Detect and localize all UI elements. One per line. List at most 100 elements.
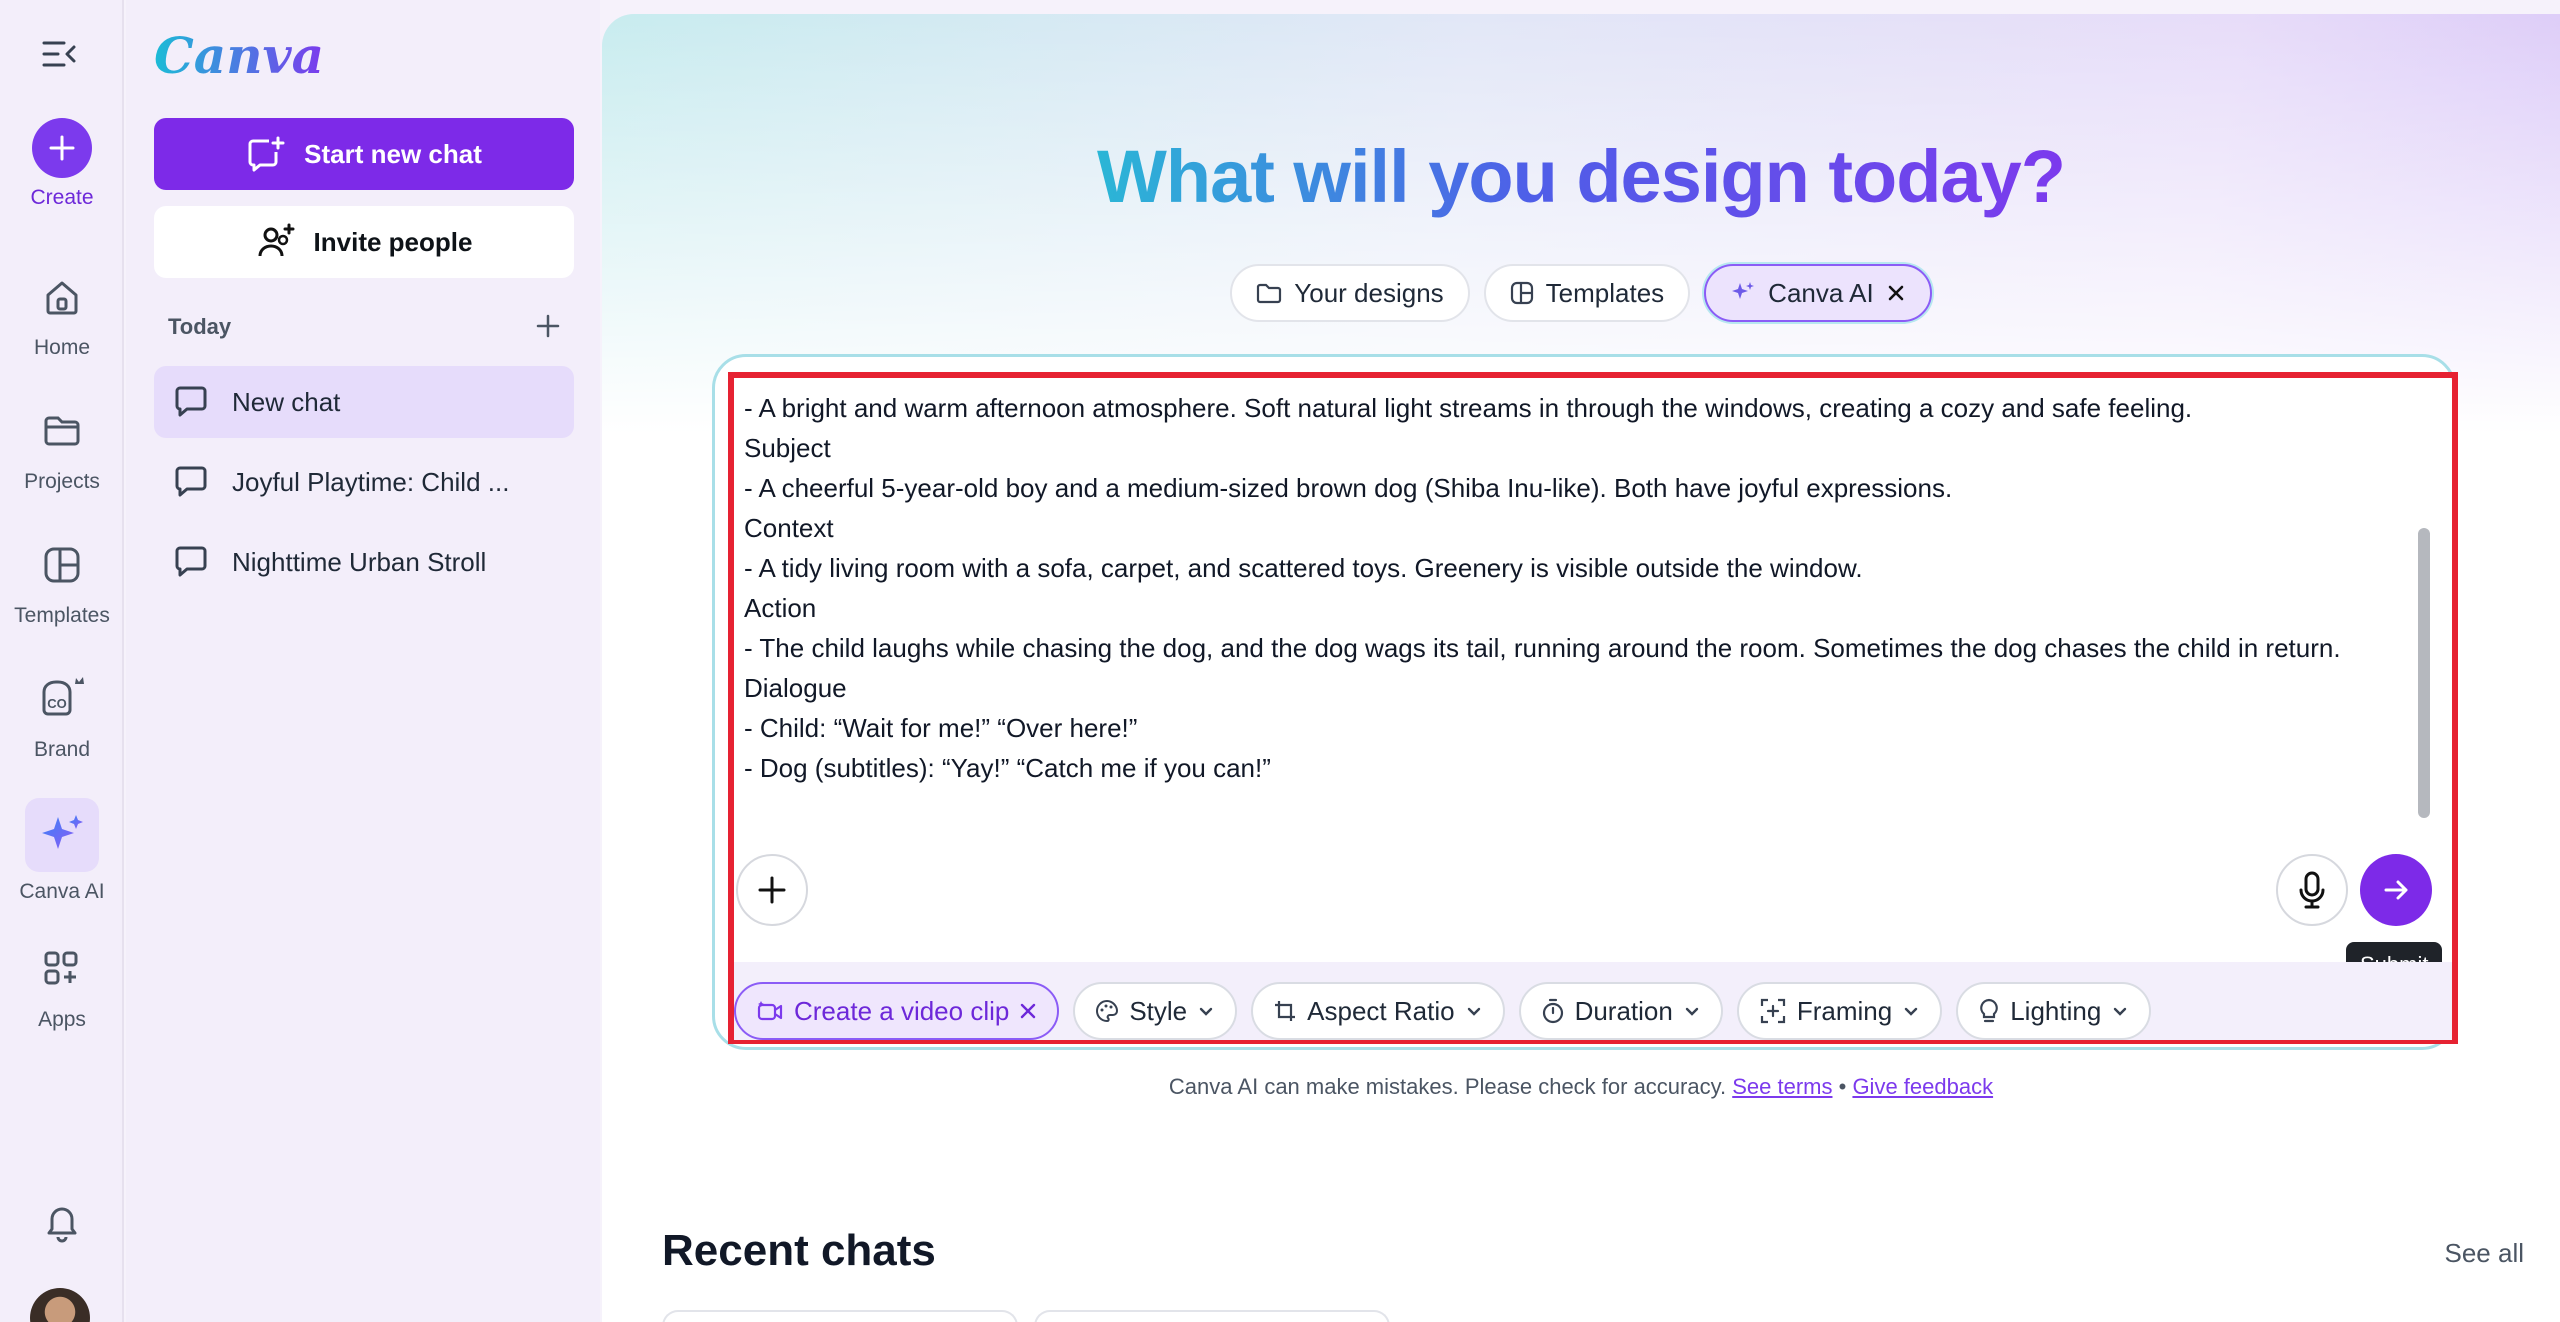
main-panel: What will you design today? Your designs…	[602, 14, 2560, 1322]
framing-icon	[1760, 998, 1785, 1024]
svg-text:CO: CO	[47, 696, 67, 711]
new-chat-icon	[248, 136, 285, 172]
lighting-dropdown[interactable]: Lighting	[1956, 982, 2152, 1040]
lightbulb-icon	[1980, 998, 1999, 1023]
prompt-textarea[interactable]: - A bright and warm afternoon atmosphere…	[744, 388, 2404, 840]
chat-item-nighttime-urban-stroll[interactable]: Nighttime Urban Stroll	[154, 526, 574, 598]
chevron-down-icon	[1467, 1007, 1480, 1016]
rail-label: Apps	[38, 1008, 86, 1031]
collapse-sidebar-icon[interactable]	[38, 34, 82, 74]
dropdown-label: Duration	[1574, 995, 1673, 1026]
folder-icon	[1257, 283, 1282, 304]
give-feedback-link[interactable]: Give feedback	[1852, 1074, 1993, 1099]
rail-item-projects[interactable]: Projects	[0, 400, 124, 494]
plus-icon	[32, 118, 92, 178]
tab-templates[interactable]: Templates	[1483, 264, 1691, 322]
chat-sidebar: Canva Start new chat Invite people Today…	[126, 0, 600, 1322]
dropdown-label: Style	[1129, 995, 1188, 1026]
recent-chat-card[interactable]	[662, 1310, 1018, 1322]
invite-people-button[interactable]: Invite people	[154, 206, 574, 278]
chat-item-new-chat[interactable]: New chat	[154, 366, 574, 438]
tab-label: Canva AI	[1768, 277, 1874, 308]
submit-button[interactable]	[2360, 854, 2432, 926]
separator-dot: •	[1838, 1074, 1847, 1099]
templates-icon	[1510, 281, 1533, 305]
rail-item-templates[interactable]: Templates	[0, 534, 124, 628]
framing-dropdown[interactable]: Framing	[1736, 982, 1943, 1040]
invite-people-icon	[258, 223, 295, 257]
rail-label: Projects	[24, 470, 100, 493]
scrollbar-thumb[interactable]	[2418, 528, 2430, 818]
chat-bubble-icon	[175, 546, 207, 577]
chevron-down-icon	[1685, 1007, 1699, 1016]
chevron-down-icon	[1905, 1007, 1918, 1016]
generation-options: Create a video clip Style Aspect Ratio D…	[734, 982, 2152, 1040]
see-terms-link[interactable]: See terms	[1732, 1074, 1832, 1099]
chat-item-label: Nighttime Urban Stroll	[232, 546, 487, 577]
add-chat-icon[interactable]	[532, 310, 564, 342]
rail-label: Canva AI	[19, 880, 105, 903]
brand-icon: CO	[31, 668, 93, 730]
chat-item-label: Joyful Playtime: Child ...	[232, 466, 510, 497]
rail-label: Templates	[14, 604, 110, 627]
avatar[interactable]	[30, 1288, 90, 1322]
left-rail: Create Home Projects Templates CO Brand …	[0, 0, 124, 1322]
crop-icon	[1275, 1001, 1296, 1021]
chat-bubble-icon	[175, 466, 207, 497]
microphone-button[interactable]	[2276, 854, 2348, 926]
tab-label: Your designs	[1294, 277, 1444, 308]
close-icon[interactable]	[1019, 1002, 1037, 1020]
home-icon	[31, 266, 93, 328]
bell-icon	[31, 1190, 93, 1252]
invite-people-label: Invite people	[313, 226, 473, 257]
section-heading-today: Today	[168, 314, 232, 339]
see-all-link[interactable]: See all	[2445, 1238, 2525, 1269]
recent-chats-heading: Recent chats	[662, 1226, 936, 1275]
disclaimer-text: Canva AI can make mistakes. Please check…	[1168, 1074, 1727, 1099]
create-video-clip-chip[interactable]: Create a video clip	[734, 982, 1060, 1040]
add-attachment-button[interactable]	[736, 854, 808, 926]
aspect-ratio-dropdown[interactable]: Aspect Ratio	[1251, 982, 1505, 1040]
rail-item-create[interactable]: Create	[0, 118, 124, 210]
duration-dropdown[interactable]: Duration	[1518, 982, 1723, 1040]
palette-icon	[1096, 999, 1119, 1023]
folder-icon	[31, 400, 93, 462]
rail-label: Home	[33, 336, 91, 359]
rail-label: Create	[30, 186, 94, 209]
rail-item-brand[interactable]: CO Brand	[0, 668, 124, 762]
rail-label: Brand	[33, 738, 91, 761]
sparkle-icon	[25, 798, 99, 872]
apps-icon	[31, 938, 93, 1000]
video-clip-icon	[757, 1001, 783, 1021]
rail-item-canva-ai[interactable]: Canva AI	[0, 798, 124, 904]
tab-canva-ai[interactable]: Canva AI	[1704, 264, 1932, 322]
arrow-right-icon	[2384, 880, 2408, 900]
start-new-chat-label: Start new chat	[304, 138, 482, 169]
start-new-chat-button[interactable]: Start new chat	[154, 118, 574, 190]
rail-item-apps[interactable]: Apps	[0, 938, 124, 1032]
prompt-scrollbar[interactable]	[2412, 392, 2432, 822]
dropdown-label: Aspect Ratio	[1307, 995, 1455, 1026]
dropdown-label: Lighting	[2010, 995, 2102, 1026]
stopwatch-icon	[1542, 998, 1563, 1024]
design-tabs: Your designs Templates Canva AI	[602, 264, 2560, 322]
canva-logo[interactable]: Canva	[154, 26, 324, 85]
chat-item-joyful-playtime[interactable]: Joyful Playtime: Child ...	[154, 446, 574, 518]
chevron-down-icon	[1199, 1007, 1213, 1016]
tab-your-designs[interactable]: Your designs	[1230, 264, 1470, 322]
notifications-button[interactable]	[0, 1190, 124, 1252]
page-title: What will you design today?	[1097, 135, 2066, 218]
recent-chat-card[interactable]	[1034, 1310, 1390, 1322]
chip-label: Create a video clip	[794, 995, 1010, 1026]
chat-item-label: New chat	[232, 386, 341, 417]
style-dropdown[interactable]: Style	[1073, 982, 1238, 1040]
chevron-down-icon	[2114, 1007, 2127, 1016]
sparkle-icon	[1732, 282, 1755, 299]
microphone-icon	[2299, 871, 2325, 909]
rail-item-home[interactable]: Home	[0, 266, 124, 360]
close-icon[interactable]	[1886, 283, 1906, 303]
tab-label: Templates	[1545, 277, 1665, 308]
plus-icon	[758, 876, 786, 904]
chat-bubble-icon	[175, 386, 207, 417]
templates-icon	[31, 534, 93, 596]
